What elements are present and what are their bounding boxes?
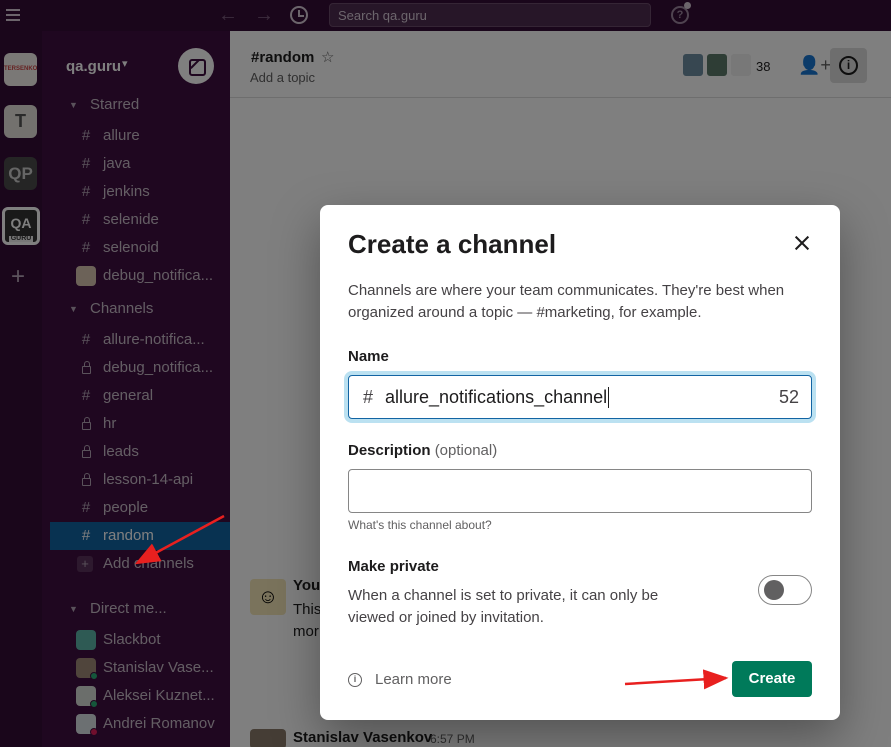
description-label-text: Description bbox=[348, 442, 431, 459]
dialog-description: Channels are where your team communicate… bbox=[348, 282, 785, 321]
private-label: Make private bbox=[348, 558, 439, 575]
hash-prefix: # bbox=[363, 387, 374, 407]
learn-more-link[interactable]: Learn more bbox=[375, 671, 452, 688]
name-label: Name bbox=[348, 348, 389, 365]
description-label: Description (optional) bbox=[348, 442, 497, 459]
create-channel-dialog: Create a channel Channels are where your… bbox=[320, 205, 840, 720]
remaining-characters: 52 bbox=[778, 387, 799, 407]
toggle-knob bbox=[764, 580, 784, 600]
optional-label: (optional) bbox=[434, 442, 498, 459]
close-icon[interactable] bbox=[790, 231, 814, 255]
info-icon: i bbox=[348, 673, 362, 687]
channel-name-input[interactable]: # allure_notifications_channel 52 bbox=[348, 375, 812, 419]
create-button[interactable]: Create bbox=[732, 661, 812, 697]
description-hint: What's this channel about? bbox=[348, 518, 492, 532]
channel-name-value: allure_notifications_channel bbox=[385, 387, 610, 408]
private-toggle[interactable] bbox=[758, 575, 812, 605]
description-input[interactable] bbox=[348, 469, 812, 513]
dialog-title: Create a channel bbox=[348, 229, 557, 259]
private-description: When a channel is set to private, it can… bbox=[348, 587, 659, 626]
